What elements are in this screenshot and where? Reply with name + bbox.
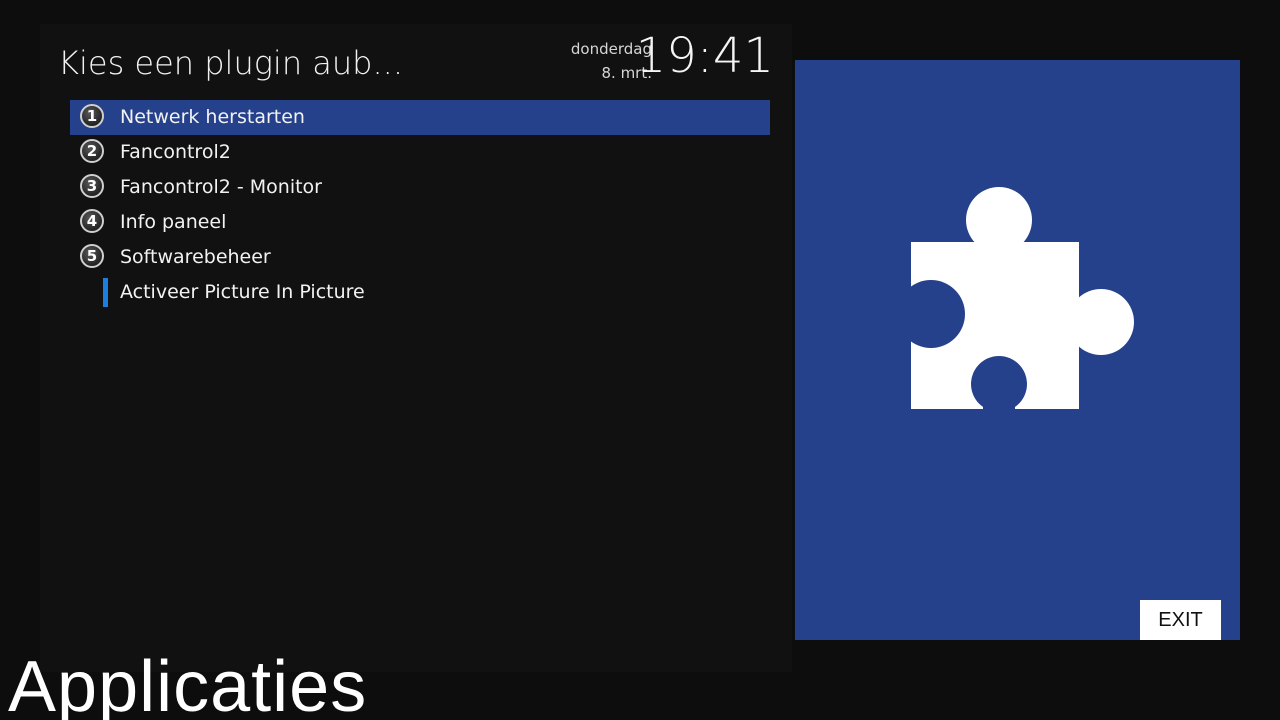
section-title: Applicaties <box>8 647 368 720</box>
plugin-item-activeer-pip[interactable]: Activeer Picture In Picture <box>70 275 770 310</box>
plugin-item-label: Fancontrol2 - Monitor <box>120 176 322 198</box>
number-5-icon: 5 <box>80 244 104 268</box>
plugin-item-fancontrol2-monitor[interactable]: 3 Fancontrol2 - Monitor <box>70 170 770 205</box>
clock: 19:41 <box>635 28 774 84</box>
plugin-item-label: Softwarebeheer <box>120 246 271 268</box>
plugin-item-softwarebeheer[interactable]: 5 Softwarebeheer <box>70 240 770 275</box>
number-2-icon: 2 <box>80 139 104 163</box>
plugin-preview-panel: EXIT <box>795 60 1240 640</box>
puzzle-piece-icon <box>911 187 1134 410</box>
page-title: Kies een plugin aub... <box>58 44 403 82</box>
plugin-item-label: Fancontrol2 <box>120 141 231 163</box>
exit-button[interactable]: EXIT <box>1140 600 1221 640</box>
plugin-browser-panel: Kies een plugin aub... donderdag 8. mrt.… <box>40 24 792 672</box>
plugin-item-fancontrol2[interactable]: 2 Fancontrol2 <box>70 135 770 170</box>
plugin-item-label: Info paneel <box>120 211 227 233</box>
plugin-item-label: Activeer Picture In Picture <box>120 281 365 303</box>
number-1-icon: 1 <box>80 104 104 128</box>
plugin-item-label: Netwerk herstarten <box>120 106 305 128</box>
blue-marker-icon <box>103 278 108 307</box>
number-3-icon: 3 <box>80 174 104 198</box>
plugin-item-netwerk-herstarten[interactable]: 1 Netwerk herstarten <box>70 100 770 135</box>
plugin-list: 1 Netwerk herstarten 2 Fancontrol2 3 Fan… <box>70 100 770 310</box>
screen: Kies een plugin aub... donderdag 8. mrt.… <box>0 0 1280 720</box>
plugin-item-info-paneel[interactable]: 4 Info paneel <box>70 205 770 240</box>
number-4-icon: 4 <box>80 209 104 233</box>
